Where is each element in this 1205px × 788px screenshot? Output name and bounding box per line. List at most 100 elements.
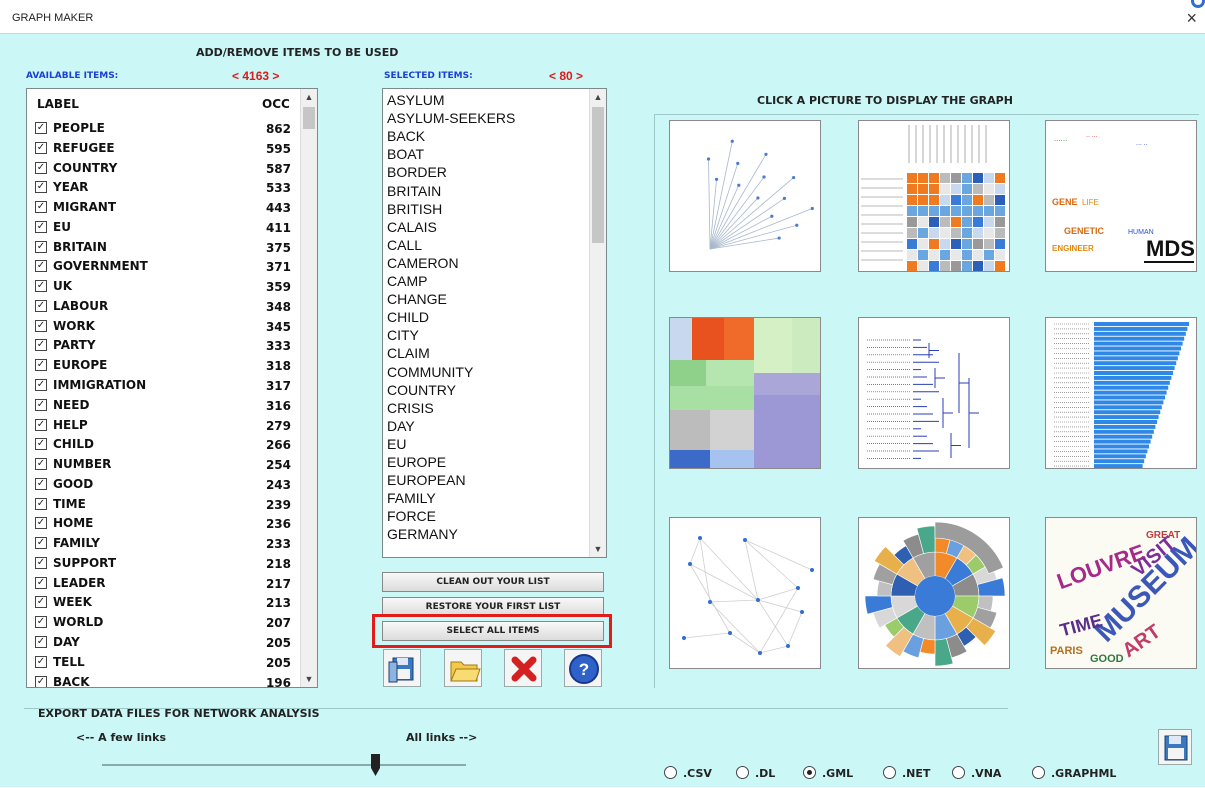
radio-button-icon[interactable]: [883, 766, 896, 779]
graph-thumbnail-matrix[interactable]: [858, 120, 1010, 272]
checkbox-checked-icon[interactable]: ✓: [35, 220, 47, 233]
checkbox-checked-icon[interactable]: ✓: [35, 418, 47, 431]
selected-item-row[interactable]: BORDER: [387, 164, 447, 182]
close-icon[interactable]: ×: [1186, 8, 1197, 29]
available-item-row[interactable]: ✓ CHILD 266: [27, 435, 317, 455]
checkbox-checked-icon[interactable]: ✓: [35, 161, 47, 174]
scroll-down-icon[interactable]: ▼: [301, 671, 317, 687]
selected-item-row[interactable]: BRITISH: [387, 201, 442, 219]
scroll-down-icon[interactable]: ▼: [590, 541, 606, 557]
available-item-row[interactable]: ✓ GOOD 243: [27, 475, 317, 495]
graph-thumbnail-dendrogram[interactable]: [858, 317, 1010, 469]
available-list-scrollbar[interactable]: ▲ ▼: [300, 89, 317, 687]
selected-item-row[interactable]: ASYLUM-SEEKERS: [387, 110, 515, 128]
available-item-row[interactable]: ✓ WORK 345: [27, 317, 317, 337]
available-item-row[interactable]: ✓ EUROPE 318: [27, 356, 317, 376]
checkbox-checked-icon[interactable]: ✓: [35, 319, 47, 332]
checkbox-checked-icon[interactable]: ✓: [35, 260, 47, 273]
checkbox-checked-icon[interactable]: ✓: [35, 240, 47, 253]
selected-item-row[interactable]: BACK: [387, 128, 425, 146]
selected-item-row[interactable]: CAMERON: [387, 255, 459, 273]
available-item-row[interactable]: ✓ IMMIGRATION 317: [27, 376, 317, 396]
scroll-up-icon[interactable]: ▲: [301, 89, 317, 105]
checkbox-checked-icon[interactable]: ✓: [35, 299, 47, 312]
checkbox-checked-icon[interactable]: ✓: [35, 339, 47, 352]
selected-item-row[interactable]: CITY: [387, 327, 419, 345]
selected-item-row[interactable]: FORCE: [387, 508, 436, 526]
selected-item-row[interactable]: CALAIS: [387, 219, 437, 237]
checkbox-checked-icon[interactable]: ✓: [35, 477, 47, 490]
selected-item-row[interactable]: BRITAIN: [387, 183, 441, 201]
graph-thumbnail-mds[interactable]: ...... .. ... ... .. GENE LIFE GENETIC E…: [1045, 120, 1197, 272]
selected-item-row[interactable]: CHANGE: [387, 291, 447, 309]
available-item-row[interactable]: ✓ NUMBER 254: [27, 455, 317, 475]
selected-item-row[interactable]: CAMP: [387, 273, 427, 291]
available-item-row[interactable]: ✓ COUNTRY 587: [27, 159, 317, 179]
available-item-row[interactable]: ✓ GOVERNMENT 371: [27, 257, 317, 277]
available-item-row[interactable]: ✓ FAMILY 233: [27, 534, 317, 554]
available-item-row[interactable]: ✓ MIGRANT 443: [27, 198, 317, 218]
checkbox-checked-icon[interactable]: ✓: [35, 280, 47, 293]
slider-thumb[interactable]: [371, 754, 380, 776]
checkbox-checked-icon[interactable]: ✓: [35, 398, 47, 411]
selected-items-list[interactable]: ASYLUM ASYLUM-SEEKERS BACK BOAT BORDER BRITAI…: [382, 88, 607, 558]
checkbox-checked-icon[interactable]: ✓: [35, 537, 47, 550]
checkbox-checked-icon[interactable]: ✓: [35, 359, 47, 372]
checkbox-checked-icon[interactable]: ✓: [35, 596, 47, 609]
checkbox-checked-icon[interactable]: ✓: [35, 497, 47, 510]
checkbox-checked-icon[interactable]: ✓: [35, 122, 47, 134]
radio-button-icon[interactable]: [664, 766, 677, 779]
graph-thumbnail-network[interactable]: [669, 517, 821, 669]
selected-item-row[interactable]: BOAT: [387, 146, 424, 164]
available-item-row[interactable]: ✓ YEAR 533: [27, 178, 317, 198]
scroll-thumb[interactable]: [303, 107, 315, 129]
available-item-row[interactable]: ✓ LABOUR 348: [27, 297, 317, 317]
available-item-row[interactable]: ✓ EU 411: [27, 218, 317, 238]
selected-item-row[interactable]: CALL: [387, 237, 422, 255]
link-density-slider[interactable]: [102, 754, 466, 778]
available-items-list[interactable]: LABEL OCC ✓ PEOPLE 862 ✓ REFUGEE 595 ✓ COUNTRY 5…: [26, 88, 318, 688]
selected-item-row[interactable]: EUROPE: [387, 454, 446, 472]
checkbox-checked-icon[interactable]: ✓: [35, 458, 47, 471]
selected-item-row[interactable]: DAY: [387, 418, 415, 436]
checkbox-checked-icon[interactable]: ✓: [35, 201, 47, 214]
clean-out-list-button[interactable]: CLEAN OUT YOUR LIST: [382, 572, 604, 592]
selected-item-row[interactable]: CHILD: [387, 309, 429, 327]
available-item-row[interactable]: ✓ HELP 279: [27, 416, 317, 436]
radio-button-icon[interactable]: [736, 766, 749, 779]
graph-thumbnail-sunburst[interactable]: [858, 517, 1010, 669]
checkbox-checked-icon[interactable]: ✓: [35, 438, 47, 451]
selected-item-row[interactable]: CLAIM: [387, 345, 430, 363]
graph-thumbnail-treemap[interactable]: [669, 317, 821, 469]
selected-item-row[interactable]: GERMANY: [387, 526, 458, 544]
available-item-row[interactable]: ✓ UK 359: [27, 277, 317, 297]
available-item-row[interactable]: ✓ TIME 239: [27, 495, 317, 515]
checkbox-checked-icon[interactable]: ✓: [35, 636, 47, 649]
radio-button-icon[interactable]: [803, 766, 816, 779]
export-save-button[interactable]: [1158, 729, 1192, 765]
available-item-row[interactable]: ✓ TELL 205: [27, 653, 317, 673]
save-list-button[interactable]: [383, 649, 421, 687]
checkbox-checked-icon[interactable]: ✓: [35, 379, 47, 391]
checkbox-checked-icon[interactable]: ✓: [35, 181, 47, 194]
help-button[interactable]: ?: [564, 649, 602, 687]
selected-list-scrollbar[interactable]: ▲ ▼: [589, 89, 606, 557]
available-item-row[interactable]: ✓ WORLD 207: [27, 613, 317, 633]
checkbox-checked-icon[interactable]: ✓: [35, 655, 47, 668]
available-item-row[interactable]: ✓ SUPPORT 218: [27, 554, 317, 574]
available-item-row[interactable]: ✓ PARTY 333: [27, 336, 317, 356]
available-item-row[interactable]: ✓ HOME 236: [27, 514, 317, 534]
available-item-row[interactable]: ✓ BACK 196: [27, 673, 317, 687]
scroll-up-icon[interactable]: ▲: [590, 89, 606, 105]
available-item-row[interactable]: ✓ WEEK 213: [27, 593, 317, 613]
graph-thumbnail-word-cloud[interactable]: MUSEUM LOUVRE VISIT TIME ART PARIS GOOD …: [1045, 517, 1197, 669]
checkbox-checked-icon[interactable]: ✓: [35, 576, 47, 589]
selected-item-row[interactable]: COUNTRY: [387, 382, 456, 400]
checkbox-checked-icon[interactable]: ✓: [35, 517, 47, 530]
checkbox-checked-icon[interactable]: ✓: [35, 556, 47, 569]
checkbox-checked-icon[interactable]: ✓: [35, 141, 47, 154]
radio-button-icon[interactable]: [1032, 766, 1045, 779]
radio-button-icon[interactable]: [952, 766, 965, 779]
delete-button[interactable]: [504, 649, 542, 687]
selected-item-row[interactable]: ASYLUM: [387, 92, 445, 110]
